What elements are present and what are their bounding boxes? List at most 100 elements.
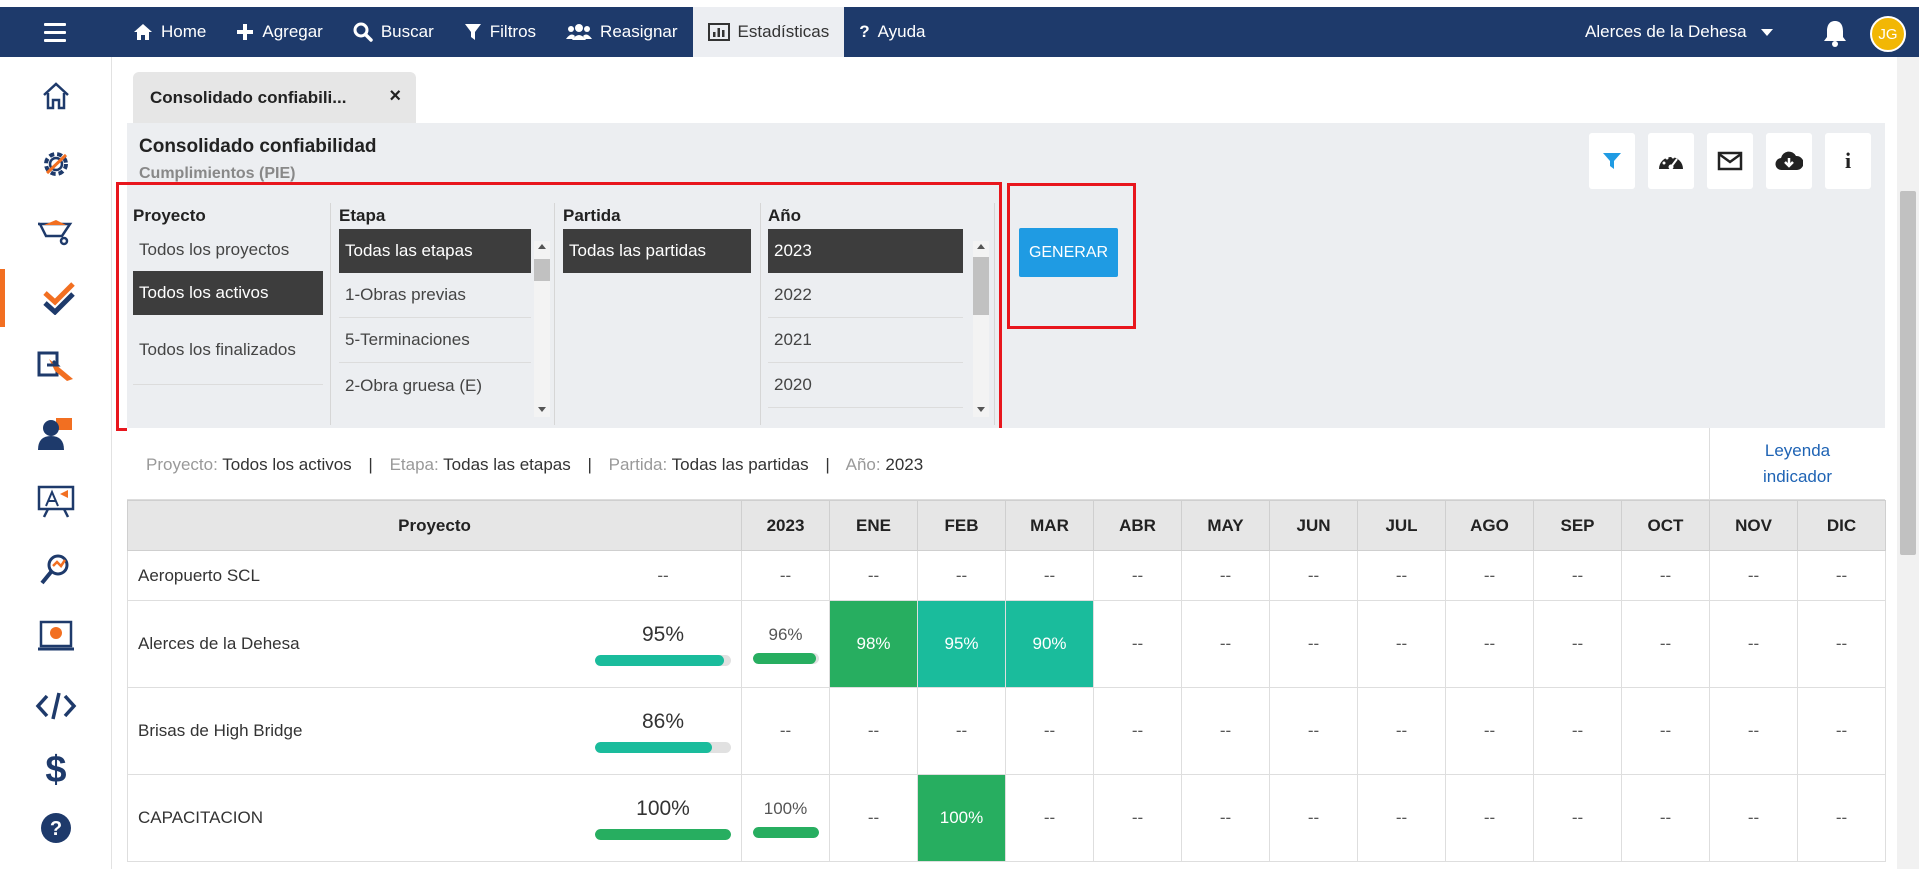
column-header: MAY: [1181, 500, 1270, 551]
sidebar-item-wheelbarrow[interactable]: [0, 202, 112, 260]
month-cell: --: [917, 550, 1006, 601]
page-scrollbar[interactable]: [1897, 57, 1919, 869]
scrollbar-thumb[interactable]: [1900, 191, 1916, 555]
summary-etapa-value: Todas las etapas: [443, 455, 571, 474]
help-circle-icon: ?: [41, 813, 71, 843]
user-assign-icon: [38, 418, 72, 450]
progress-bar: [595, 654, 731, 666]
project-cell[interactable]: Aeropuerto SCL --: [127, 550, 742, 601]
month-cell: --: [829, 550, 918, 601]
project-cell[interactable]: Alerces de la Dehesa 95%: [127, 600, 742, 688]
summary-proyecto-label: Proyecto:: [146, 455, 218, 474]
year-percent: 100%: [763, 798, 808, 818]
avatar[interactable]: JG: [1870, 16, 1906, 52]
month-cell: --: [1621, 687, 1710, 775]
month-cell: --: [917, 687, 1006, 775]
info-button[interactable]: i: [1825, 133, 1871, 189]
column-header: DIC: [1797, 500, 1886, 551]
summary-separator: |: [825, 455, 830, 474]
main-nav: Home Agregar Buscar Filtros Reasignar Es…: [118, 7, 941, 57]
nav-ayuda[interactable]: ? Ayuda: [844, 7, 940, 57]
nav-estadisticas[interactable]: Estadísticas: [692, 7, 845, 57]
close-icon[interactable]: ×: [389, 85, 401, 108]
nav-buscar-label: Buscar: [380, 22, 434, 41]
table-row: Alerces de la Dehesa 95% 96% 98% 95% 90% -- -- -…: [127, 600, 1886, 688]
question-icon: ?: [859, 22, 870, 41]
column-header: 2023: [741, 500, 830, 551]
nav-estadisticas-label: Estadísticas: [737, 22, 830, 41]
nav-home[interactable]: Home: [118, 7, 221, 57]
month-cell: --: [1269, 550, 1358, 601]
transfer-icon: [37, 351, 73, 381]
summary-partida-value: Todas las partidas: [671, 455, 809, 474]
project-selector[interactable]: Alerces de la Dehesa: [1585, 7, 1773, 57]
total-compliance: --: [593, 566, 733, 586]
month-cell: --: [1269, 774, 1358, 862]
month-cell: 90%: [1005, 600, 1094, 688]
email-button[interactable]: [1707, 133, 1753, 189]
money-screen-icon: [38, 620, 74, 651]
month-cell: --: [1621, 774, 1710, 862]
nav-agregar[interactable]: Agregar: [221, 7, 337, 57]
month-cell: --: [1621, 600, 1710, 688]
month-cell: --: [1357, 774, 1446, 862]
sidebar-item-transfer[interactable]: [0, 337, 112, 395]
table-row: Aeropuerto SCL -- -- -- -- -- -- -- -- -- -- -- -- --…: [127, 550, 1886, 601]
column-header: FEB: [917, 500, 1006, 551]
bell-icon[interactable]: [1822, 19, 1848, 47]
month-cell: 95%: [917, 600, 1006, 688]
dollar-icon: $: [45, 748, 67, 791]
table-row: CAPACITACION 100% 100% -- 100% -- -- -- -- -- -- --…: [127, 774, 1886, 862]
summary-etapa-label: Etapa:: [389, 455, 439, 474]
sidebar-item-board[interactable]: [0, 472, 112, 530]
table-header: Proyecto 2023 ENE FEB MAR ABR MAY JUN JUL AGO SEP O…: [127, 500, 1886, 551]
highlight-generate: [1007, 183, 1136, 329]
sidebar-item-home[interactable]: [0, 67, 112, 125]
sidebar-item-settings[interactable]: [0, 135, 112, 193]
month-cell: --: [829, 774, 918, 862]
month-cell: --: [1181, 687, 1270, 775]
total-percent: 86%: [641, 709, 685, 733]
month-cell: --: [1357, 550, 1446, 601]
month-cell: --: [1005, 550, 1094, 601]
column-header: JUL: [1357, 500, 1446, 551]
sidebar-item-help[interactable]: ?: [0, 799, 112, 857]
month-cell: --: [1533, 600, 1622, 688]
highlight-filters: [116, 182, 1002, 431]
sidebar-item-checklist[interactable]: [0, 269, 112, 327]
filter-icon: [464, 24, 481, 40]
sidebar: $ ?: [0, 57, 112, 869]
menu-icon[interactable]: [44, 23, 66, 47]
nav-reasignar[interactable]: Reasignar: [551, 7, 693, 57]
sidebar-item-finance[interactable]: [0, 608, 112, 666]
download-button[interactable]: [1766, 133, 1812, 189]
column-header: NOV: [1709, 500, 1798, 551]
month-cell: --: [1533, 687, 1622, 775]
nav-filtros[interactable]: Filtros: [449, 7, 551, 57]
sidebar-item-search[interactable]: [0, 540, 112, 598]
month-cell: --: [1269, 600, 1358, 688]
month-cell: --: [1445, 550, 1534, 601]
nav-buscar[interactable]: Buscar: [338, 7, 449, 57]
dashboard-button[interactable]: [1648, 133, 1694, 189]
project-cell[interactable]: CAPACITACION 100%: [127, 774, 742, 862]
month-cell: --: [1797, 774, 1886, 862]
month-cell: --: [1797, 550, 1886, 601]
month-cell: --: [1181, 550, 1270, 601]
summary-separator: |: [368, 455, 373, 474]
sidebar-item-billing[interactable]: $: [0, 741, 112, 799]
tab-consolidado[interactable]: Consolidado confiabili... ×: [133, 72, 416, 123]
nav-reasignar-label: Reasignar: [600, 22, 678, 41]
filter-button[interactable]: [1589, 133, 1635, 189]
column-header: OCT: [1621, 500, 1710, 551]
sidebar-item-code[interactable]: [0, 677, 112, 735]
project-cell[interactable]: Brisas de High Bridge 86%: [127, 687, 742, 775]
progress-bar: [752, 652, 819, 664]
column-header: JUN: [1269, 500, 1358, 551]
legend-link[interactable]: Leyenda indicador: [1709, 428, 1885, 500]
table-row: Brisas de High Bridge 86% -- -- -- -- -- -- -- --…: [127, 687, 1886, 775]
sidebar-item-users[interactable]: [0, 405, 112, 463]
svg-text:?: ?: [50, 818, 62, 840]
results-table: Proyecto 2023 ENE FEB MAR ABR MAY JUN JUL AGO SEP O…: [127, 500, 1886, 862]
project-selector-label: Alerces de la Dehesa: [1585, 22, 1747, 41]
